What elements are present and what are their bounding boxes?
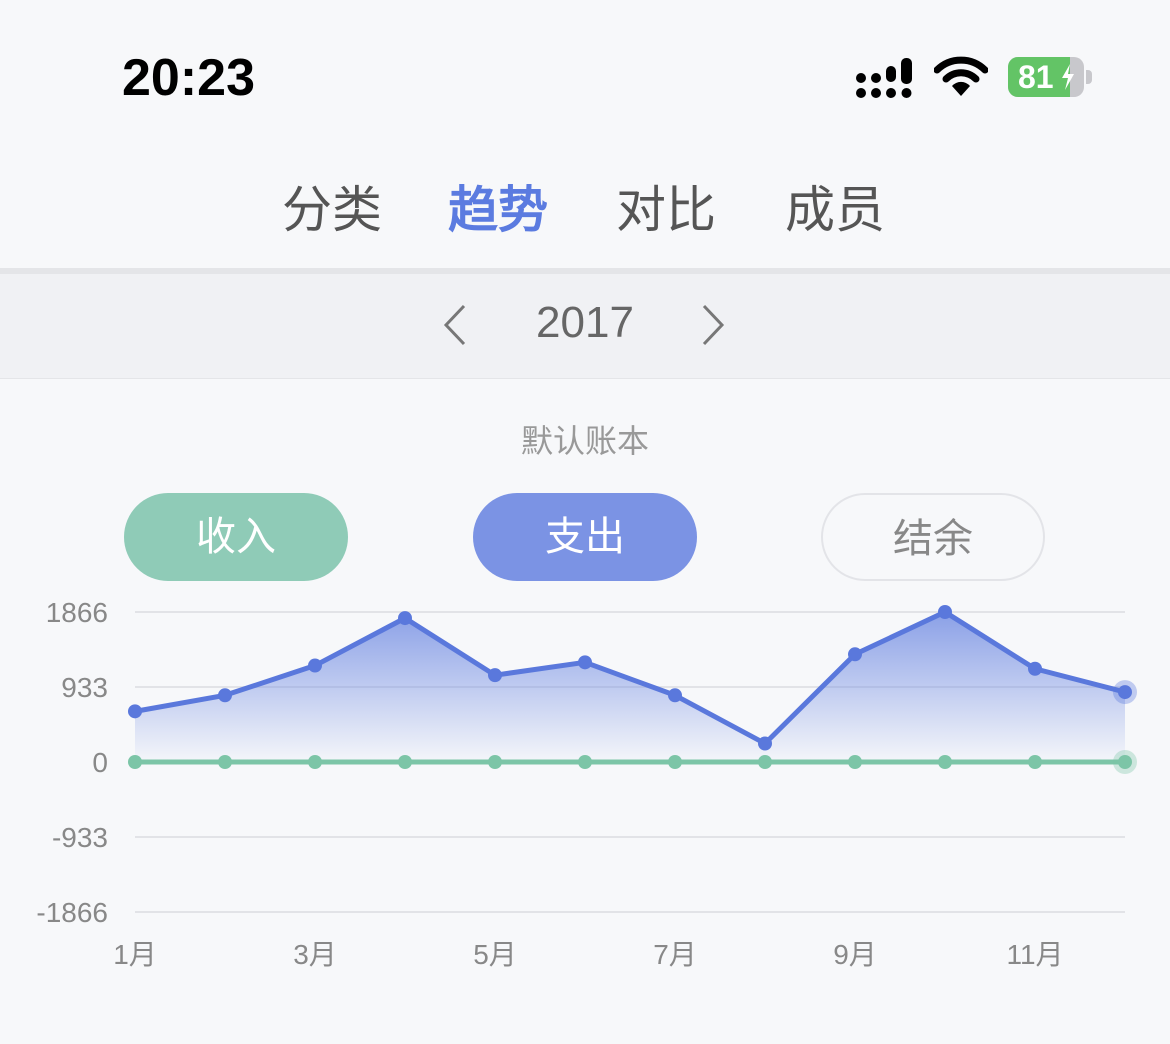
data-point[interactable] (758, 755, 772, 769)
y-tick-label: 1866 (46, 597, 108, 628)
data-point[interactable] (488, 755, 502, 769)
status-bar: 20:23 81 (0, 0, 1170, 150)
top-tabs: 分类 趋势 对比 成员 (0, 160, 1170, 260)
tab-members[interactable]: 成员 (785, 170, 885, 242)
status-time: 20:23 (122, 49, 255, 107)
x-tick-label: 11月 (1006, 939, 1063, 970)
chevron-right-icon[interactable] (698, 302, 728, 348)
x-axis-labels: 1月 3月 5月 7月 9月 11月 (113, 939, 1063, 970)
year-selector: 2017 (0, 274, 1170, 379)
battery-cap (1086, 70, 1092, 84)
data-point[interactable] (578, 755, 592, 769)
data-point[interactable] (308, 658, 322, 673)
signal-icon (856, 58, 912, 98)
data-point[interactable] (1028, 661, 1042, 676)
data-point[interactable] (308, 755, 322, 769)
data-point[interactable] (398, 755, 412, 769)
charging-bolt-icon (1062, 64, 1074, 90)
battery-level-text: 81 (1018, 59, 1054, 95)
data-point[interactable] (1118, 685, 1132, 700)
data-point[interactable] (1118, 755, 1132, 769)
wifi-icon (934, 56, 988, 96)
y-tick-label: 933 (61, 672, 108, 703)
ledger-title: 默认账本 (520, 422, 649, 460)
x-tick-label: 9月 (833, 939, 877, 970)
data-point[interactable] (218, 688, 232, 703)
trend-chart: 1866 933 0 -933 -1866 1月 3月 5月 7月 9月 11月 (36, 597, 1137, 970)
data-point[interactable] (758, 736, 772, 751)
tab-trend[interactable]: 趋势 (448, 170, 548, 242)
x-tick-label: 5月 (473, 939, 517, 970)
y-tick-label: -1866 (36, 897, 108, 928)
x-tick-label: 7月 (653, 939, 697, 970)
data-point[interactable] (1028, 755, 1042, 769)
y-tick-label: -933 (52, 822, 108, 853)
data-point[interactable] (128, 755, 142, 769)
tab-compare[interactable]: 对比 (616, 170, 716, 242)
y-tick-label: 0 (92, 747, 108, 778)
data-point[interactable] (848, 647, 862, 662)
data-point[interactable] (398, 611, 412, 626)
x-tick-label: 3月 (293, 939, 337, 970)
data-point[interactable] (668, 688, 682, 703)
data-point[interactable] (128, 704, 142, 719)
x-tick-label: 1月 (113, 939, 157, 970)
chart-series (128, 605, 1137, 774)
data-point[interactable] (938, 605, 952, 619)
data-point[interactable] (668, 755, 682, 769)
y-axis-labels: 1866 933 0 -933 -1866 (36, 597, 108, 928)
expense-toggle-button[interactable]: 支出 (473, 493, 697, 581)
tab-category[interactable]: 分类 (282, 170, 382, 242)
battery-icon: 81 (1008, 57, 1084, 97)
income-toggle-button[interactable]: 收入 (124, 493, 348, 581)
data-point[interactable] (848, 755, 862, 769)
balance-toggle-button[interactable]: 结余 (821, 493, 1045, 581)
data-point[interactable] (218, 755, 232, 769)
data-point[interactable] (488, 668, 502, 683)
data-point[interactable] (578, 655, 592, 670)
year-label: 2017 (536, 298, 634, 347)
data-point[interactable] (938, 755, 952, 769)
